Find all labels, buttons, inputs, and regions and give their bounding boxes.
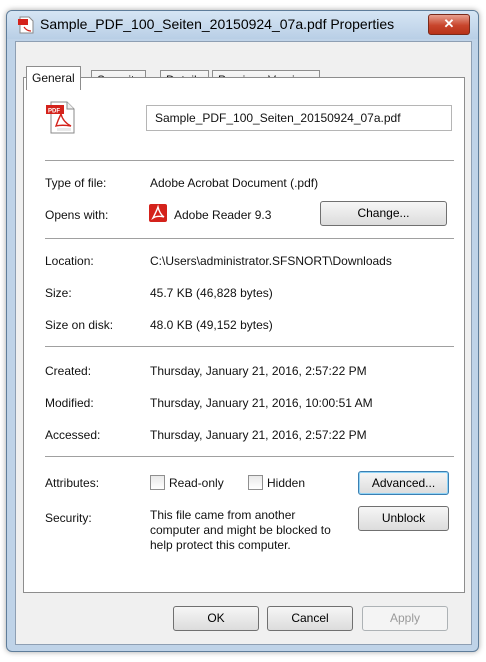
- ok-button[interactable]: OK: [173, 606, 259, 631]
- location-label: Location:: [45, 254, 94, 268]
- accessed-label: Accessed:: [45, 428, 101, 442]
- title-bar[interactable]: Sample_PDF_100_Seiten_20150924_07a.pdf P…: [7, 11, 478, 39]
- security-line-2: computer and might be blocked to: [150, 523, 331, 537]
- close-button[interactable]: ✕: [428, 14, 470, 35]
- security-line-1: This file came from another: [150, 508, 296, 522]
- type-label: Type of file:: [45, 176, 107, 190]
- location-value: C:\Users\administrator.SFSNORT\Downloads: [150, 254, 392, 268]
- apply-button[interactable]: Apply: [362, 606, 448, 631]
- separator: [45, 238, 454, 239]
- created-value: Thursday, January 21, 2016, 2:57:22 PM: [150, 364, 367, 378]
- modified-label: Modified:: [45, 396, 94, 410]
- change-button[interactable]: Change...: [320, 201, 447, 226]
- filename-text: Sample_PDF_100_Seiten_20150924_07a.pdf: [155, 111, 401, 125]
- window-title: Sample_PDF_100_Seiten_20150924_07a.pdf P…: [40, 16, 395, 32]
- properties-window: Sample_PDF_100_Seiten_20150924_07a.pdf P…: [6, 10, 479, 652]
- separator: [45, 456, 454, 457]
- accessed-value: Thursday, January 21, 2016, 2:57:22 PM: [150, 428, 367, 442]
- opens-value: Adobe Reader 9.3: [174, 208, 272, 222]
- type-value: Adobe Acrobat Document (.pdf): [150, 176, 319, 190]
- svg-text:PDF: PDF: [48, 109, 60, 115]
- pdf-file-icon: PDF: [46, 101, 75, 134]
- separator: [45, 346, 454, 347]
- adobe-reader-icon: [149, 204, 167, 222]
- filename-field[interactable]: Sample_PDF_100_Seiten_20150924_07a.pdf: [146, 105, 452, 131]
- tab-general[interactable]: General: [26, 66, 81, 90]
- security-line-3: help protect this computer.: [150, 538, 291, 552]
- created-label: Created:: [45, 364, 92, 378]
- readonly-label[interactable]: Read-only: [169, 476, 224, 490]
- security-label: Security:: [45, 511, 92, 525]
- opens-label: Opens with:: [45, 208, 109, 222]
- general-panel: PDF Sample_PDF_100_Seiten_20150924_07a.p…: [23, 77, 465, 593]
- attributes-label: Attributes:: [45, 476, 100, 490]
- separator: [45, 160, 454, 161]
- size-on-disk-value: 48.0 KB (49,152 bytes): [150, 318, 273, 332]
- hidden-checkbox[interactable]: [248, 475, 263, 490]
- unblock-button[interactable]: Unblock: [358, 506, 449, 531]
- size-value: 45.7 KB (46,828 bytes): [150, 286, 273, 300]
- readonly-checkbox[interactable]: [150, 475, 165, 490]
- size-on-disk-label: Size on disk:: [45, 318, 114, 332]
- hidden-label[interactable]: Hidden: [267, 476, 305, 490]
- cancel-button[interactable]: Cancel: [267, 606, 353, 631]
- modified-value: Thursday, January 21, 2016, 10:00:51 AM: [150, 396, 373, 410]
- size-label: Size:: [45, 286, 72, 300]
- pdf-file-icon: [18, 16, 34, 34]
- advanced-button[interactable]: Advanced...: [358, 471, 449, 495]
